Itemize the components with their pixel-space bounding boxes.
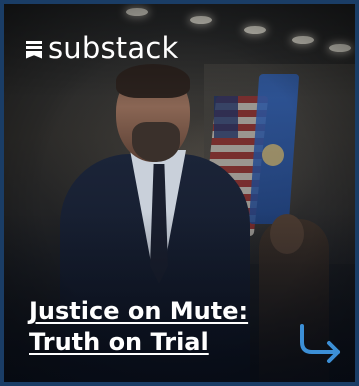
substack-logo-icon <box>26 40 42 59</box>
article-title-line-2[interactable]: Truth on Trial <box>29 327 299 358</box>
curved-arrow-right-icon <box>300 324 340 363</box>
substack-brand: substack <box>26 34 179 63</box>
brand-name: substack <box>48 31 179 65</box>
article-card[interactable]: substack Justice on Mute: Truth on Trial <box>0 0 359 386</box>
article-title[interactable]: Justice on Mute: Truth on Trial <box>29 296 299 358</box>
article-title-line-1[interactable]: Justice on Mute: <box>29 296 299 327</box>
open-article-button[interactable] <box>298 322 346 370</box>
